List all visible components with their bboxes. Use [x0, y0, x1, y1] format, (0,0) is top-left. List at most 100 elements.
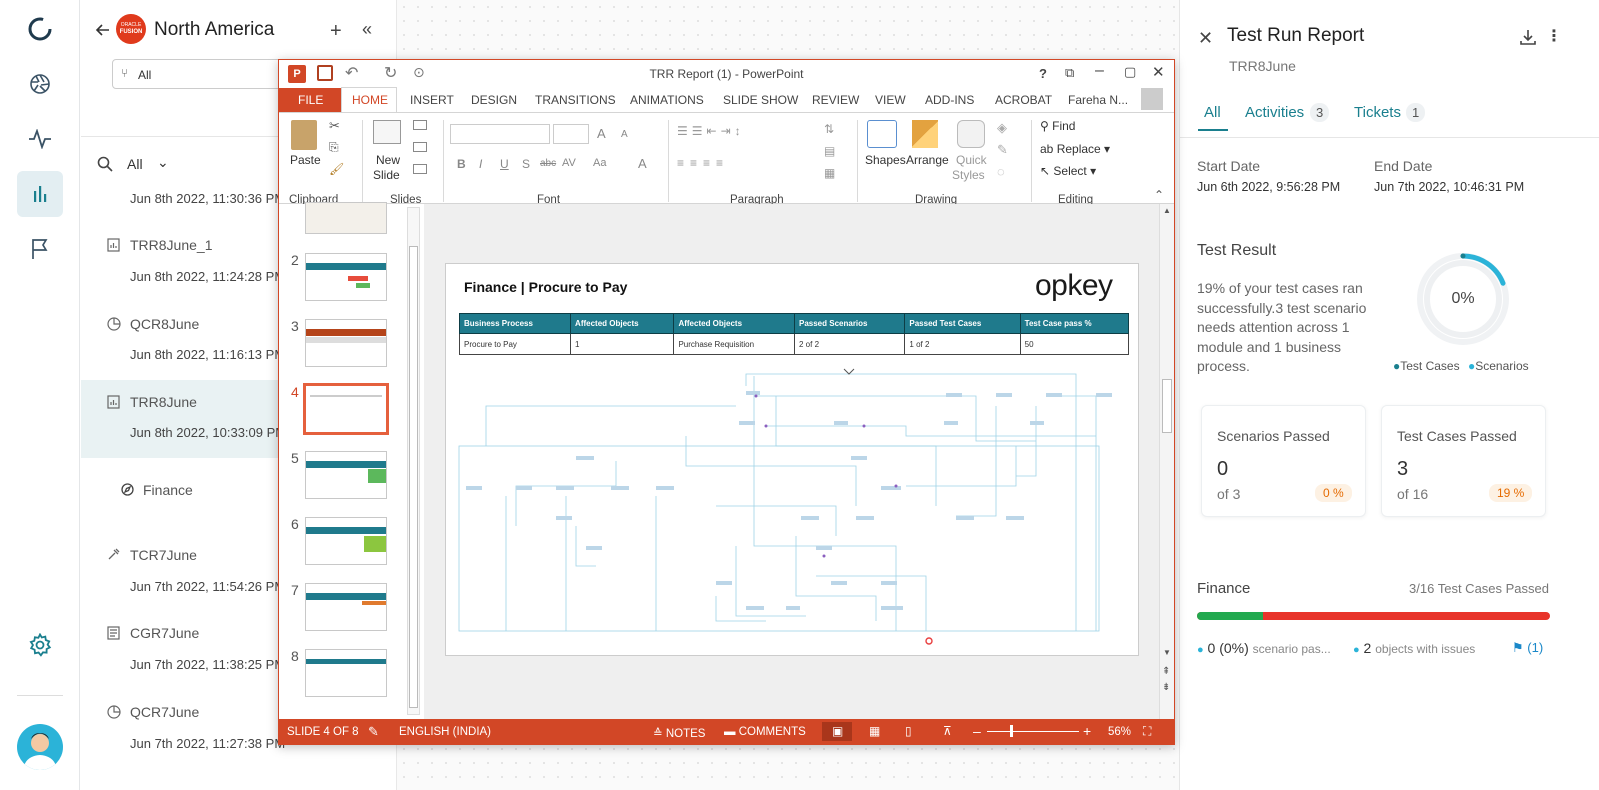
- tab-view[interactable]: VIEW: [875, 93, 906, 107]
- tab-file[interactable]: FILE: [298, 93, 323, 107]
- font-name-select[interactable]: [450, 124, 550, 144]
- slide-thumbnail[interactable]: [305, 583, 387, 631]
- chevron-down-icon[interactable]: ⌄: [157, 154, 169, 171]
- strikethrough-icon[interactable]: abc: [540, 158, 556, 169]
- tab-tickets[interactable]: Tickets: [1354, 104, 1401, 121]
- ribbon-display-icon[interactable]: ⧉: [1065, 65, 1074, 81]
- search-icon[interactable]: [97, 156, 113, 177]
- tab-slide-show[interactable]: SLIDE SHOW: [723, 93, 798, 107]
- shape-outline-icon[interactable]: ✎: [997, 142, 1008, 158]
- zoom-out-icon[interactable]: –: [973, 723, 981, 739]
- slide-thumbnail[interactable]: [305, 649, 387, 697]
- zoom-level[interactable]: 56%: [1108, 726, 1131, 738]
- align-text-icon[interactable]: ▤: [824, 144, 835, 158]
- minimize-icon[interactable]: –: [1095, 62, 1104, 80]
- language-indicator[interactable]: ENGLISH (INDIA): [399, 726, 491, 738]
- fit-slide-icon[interactable]: ⛶: [1143, 724, 1151, 739]
- new-slide-icon[interactable]: [373, 120, 401, 144]
- list-item-child[interactable]: Finance: [143, 482, 193, 498]
- shadow-icon[interactable]: S: [522, 157, 530, 171]
- shapes-icon[interactable]: [867, 120, 897, 148]
- slide-thumbnail[interactable]: [305, 319, 387, 367]
- user-avatar[interactable]: [1141, 88, 1163, 110]
- cut-icon[interactable]: ✂: [329, 118, 340, 134]
- italic-icon[interactable]: I: [479, 157, 482, 171]
- bold-icon[interactable]: B: [457, 157, 466, 171]
- grow-font-icon[interactable]: A: [597, 126, 606, 141]
- font-color-icon[interactable]: A: [638, 156, 647, 171]
- flag-icon[interactable]: [17, 226, 63, 272]
- search-filter[interactable]: All: [127, 156, 143, 172]
- smartart-icon[interactable]: ▦: [824, 166, 835, 180]
- zoom-slider-thumb[interactable]: [1010, 725, 1013, 737]
- list-item[interactable]: CGR7June: [130, 625, 199, 641]
- shapes-button[interactable]: Shapes: [865, 153, 906, 167]
- reset-icon[interactable]: [413, 142, 427, 152]
- quick-styles-button[interactable]: Quick: [956, 153, 987, 167]
- gear-icon[interactable]: [17, 622, 63, 668]
- download-icon[interactable]: [1519, 28, 1537, 51]
- tab-activities[interactable]: Activities: [1245, 104, 1304, 121]
- slide-thumbnail-selected[interactable]: [303, 383, 389, 435]
- tab-review[interactable]: REVIEW: [812, 93, 859, 107]
- shape-fill-icon[interactable]: ◈: [997, 120, 1007, 136]
- character-spacing-icon[interactable]: AV: [562, 157, 576, 169]
- arrange-icon[interactable]: [912, 120, 938, 148]
- paste-icon[interactable]: [291, 120, 317, 150]
- underline-icon[interactable]: U: [500, 157, 509, 171]
- thumbnail-scrollbar[interactable]: [407, 207, 420, 715]
- layout-icon[interactable]: [413, 120, 427, 130]
- list-item[interactable]: TCR7June: [130, 547, 197, 563]
- list-item[interactable]: TRR8June_1: [130, 237, 213, 253]
- collapse-ribbon-icon[interactable]: ⌃: [1154, 188, 1164, 202]
- slide-sorter-icon[interactable]: ▦: [869, 724, 880, 738]
- tab-insert[interactable]: INSERT: [410, 93, 454, 107]
- zoom-slider[interactable]: [987, 731, 1079, 732]
- spell-check-icon[interactable]: ✎: [368, 724, 379, 740]
- bar-chart-icon[interactable]: [17, 171, 63, 217]
- align-icons[interactable]: ≡≡≡≡: [677, 156, 729, 170]
- quick-styles-icon[interactable]: [957, 120, 985, 148]
- module-name[interactable]: Finance: [1197, 580, 1250, 597]
- slide-thumbnail[interactable]: [305, 253, 387, 301]
- slide-thumbnail[interactable]: [305, 451, 387, 499]
- paste-button[interactable]: Paste: [290, 153, 321, 167]
- slide-canvas[interactable]: Finance | Procure to Pay opkey Business …: [445, 263, 1139, 656]
- slideshow-icon[interactable]: ⊼: [943, 724, 952, 738]
- font-size-select[interactable]: [553, 124, 589, 144]
- tab-all[interactable]: All: [1204, 104, 1221, 121]
- more-icon[interactable]: ⋮: [1546, 26, 1562, 46]
- maximize-icon[interactable]: ▢: [1124, 64, 1136, 80]
- slide-scrollbar[interactable]: ▲ ▼ ⇞ ⇟: [1159, 204, 1174, 719]
- tab-add-ins[interactable]: ADD-INS: [925, 93, 974, 107]
- slide-thumbnail[interactable]: [305, 202, 387, 234]
- tab-transitions[interactable]: TRANSITIONS: [535, 93, 616, 107]
- tab-home[interactable]: HOME: [352, 93, 388, 107]
- slide-thumbnail[interactable]: [305, 517, 387, 565]
- tab-animations[interactable]: ANIMATIONS: [630, 93, 704, 107]
- replace-button[interactable]: ab Replace ▾: [1040, 142, 1110, 156]
- text-direction-icon[interactable]: ⇅: [824, 122, 834, 136]
- comments-button[interactable]: ▬ COMMENTS: [724, 726, 806, 738]
- zoom-in-icon[interactable]: +: [1083, 723, 1091, 739]
- section-icon[interactable]: [413, 164, 427, 174]
- select-button[interactable]: ↖ Select ▾: [1040, 164, 1096, 178]
- format-painter-icon[interactable]: 🖌: [329, 162, 344, 176]
- list-icons[interactable]: ☰☰⇤⇥↕: [677, 124, 745, 138]
- shrink-font-icon[interactable]: A: [621, 129, 628, 140]
- help-icon[interactable]: ?: [1039, 66, 1047, 81]
- logo-icon[interactable]: [17, 6, 63, 52]
- find-button[interactable]: ⚲ Find: [1040, 119, 1075, 133]
- shape-effects-icon[interactable]: ◌: [997, 164, 1005, 179]
- aperture-icon[interactable]: [17, 61, 63, 107]
- add-icon[interactable]: +: [330, 20, 342, 43]
- notes-button[interactable]: ≙ NOTES: [653, 726, 705, 740]
- copy-icon[interactable]: ⎘: [329, 140, 339, 155]
- tab-acrobat[interactable]: ACROBAT: [995, 93, 1052, 107]
- list-item[interactable]: QCR8June: [130, 316, 199, 332]
- activity-icon[interactable]: [17, 116, 63, 162]
- new-slide-button[interactable]: New: [376, 153, 400, 167]
- close-icon[interactable]: ✕: [1198, 28, 1213, 49]
- list-item[interactable]: TRR8June: [130, 394, 197, 410]
- avatar[interactable]: [17, 724, 63, 770]
